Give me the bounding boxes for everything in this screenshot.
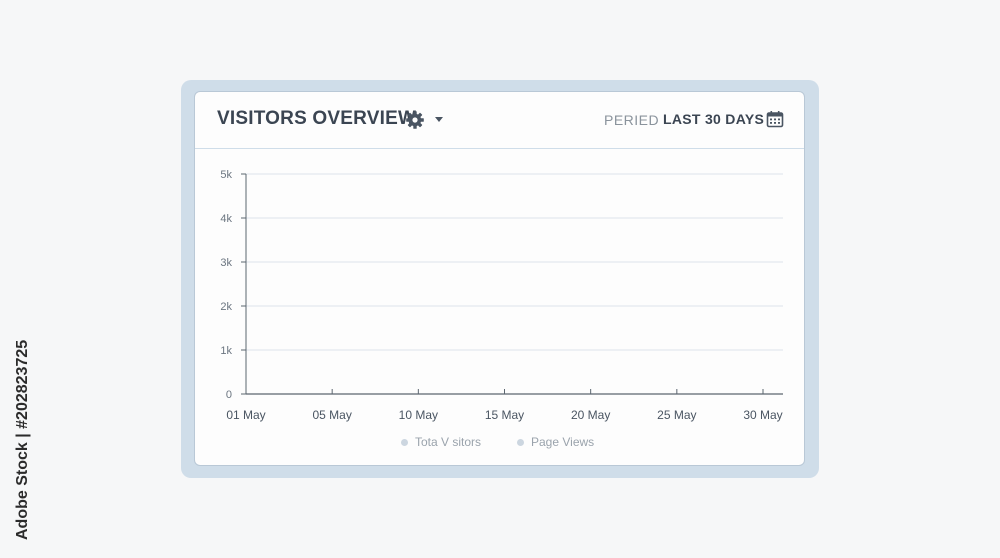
y-tick-label: 5k bbox=[220, 169, 232, 181]
widget-title: VISITORS OVERVIEW bbox=[217, 108, 417, 129]
x-tick-label: 10 May bbox=[399, 408, 438, 422]
gear-icon[interactable] bbox=[405, 110, 425, 130]
legend-dot bbox=[517, 439, 524, 446]
calendar-icon[interactable] bbox=[766, 110, 784, 128]
widget-frame: VISITORS OVERVIEW PERIED LAST 30 DAYS 0 … bbox=[181, 80, 819, 478]
x-tick-label: 30 May bbox=[743, 408, 782, 422]
chart-legend: Tota V sitors Page Views bbox=[195, 435, 804, 455]
y-tick-label: 0 bbox=[226, 389, 232, 401]
legend-label: Page Views bbox=[531, 435, 595, 449]
x-tick-label: 05 May bbox=[312, 408, 351, 422]
y-tick-label: 4k bbox=[220, 213, 232, 225]
period-selector[interactable]: LAST 30 DAYS bbox=[663, 111, 764, 127]
card-header: VISITORS OVERVIEW PERIED LAST 30 DAYS bbox=[195, 92, 804, 149]
watermark: Adobe Stock | #202823725 bbox=[14, 339, 31, 540]
x-tick-label: 01 May bbox=[226, 408, 265, 422]
visitors-overview-card: VISITORS OVERVIEW PERIED LAST 30 DAYS 0 … bbox=[194, 91, 805, 466]
y-tick-label: 1k bbox=[220, 345, 232, 357]
visitors-chart: 0 1k 2k 3k 4k 5k 01 May 05 May 10 May 15 May 20 Ma… bbox=[220, 169, 783, 422]
x-tick-label: 15 May bbox=[485, 408, 524, 422]
y-tick-label: 2k bbox=[220, 301, 232, 313]
x-tick-label: 25 May bbox=[657, 408, 696, 422]
period-label: PERIED bbox=[604, 112, 660, 128]
x-tick-label: 20 May bbox=[571, 408, 610, 422]
caret-down-icon[interactable] bbox=[433, 113, 445, 125]
y-tick-label: 3k bbox=[220, 257, 232, 269]
legend-dot bbox=[401, 439, 408, 446]
legend-label: Tota V sitors bbox=[415, 435, 482, 449]
